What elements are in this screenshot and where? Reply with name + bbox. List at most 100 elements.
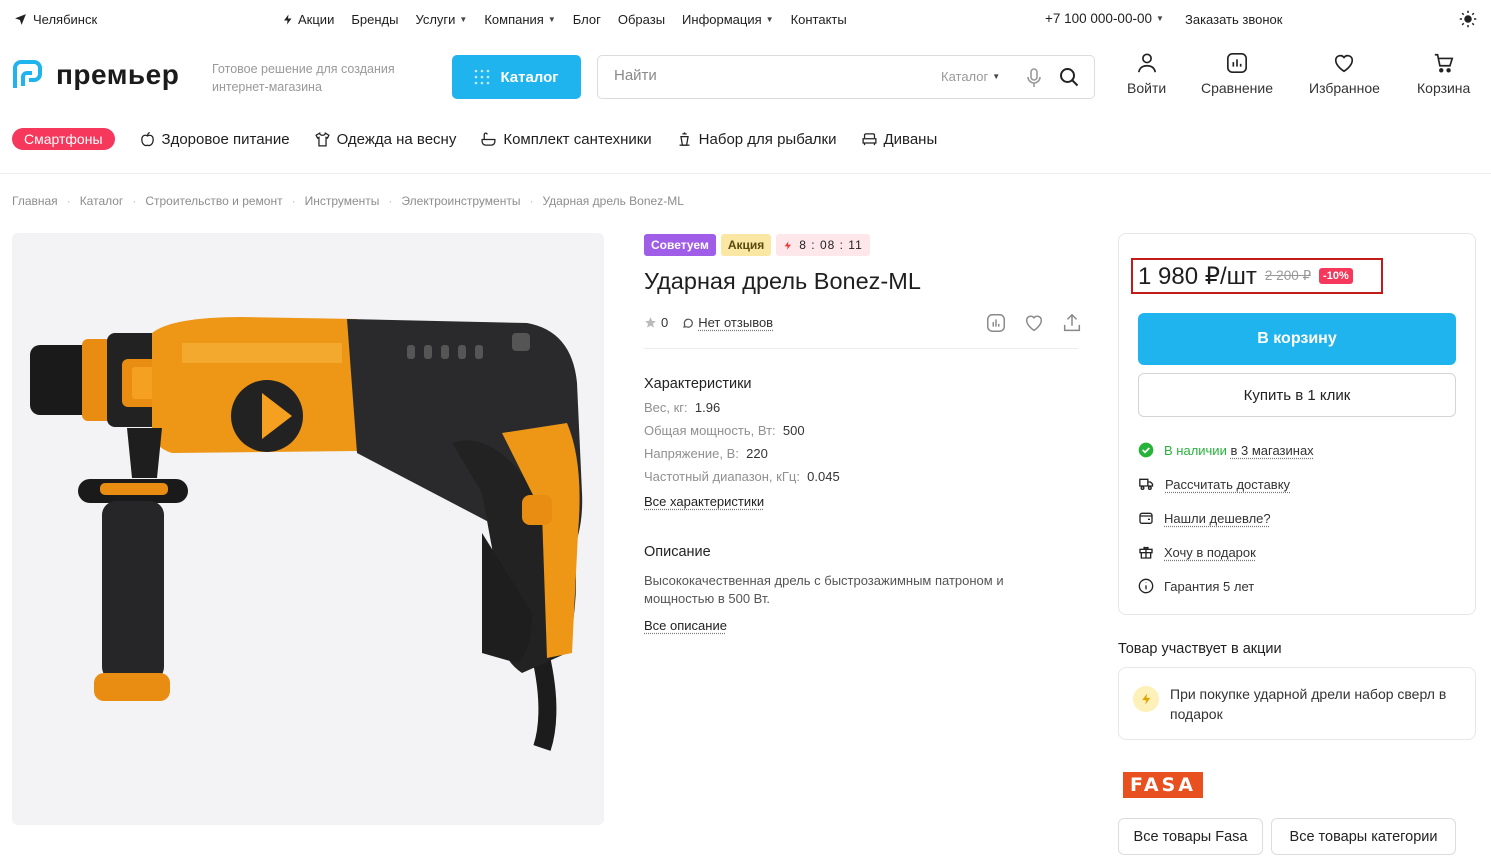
compare-chart-icon[interactable] xyxy=(985,312,1007,334)
badge-timer: 8 : 08 : 11 xyxy=(776,234,870,256)
category-fishing-kit[interactable]: Набор для рыбалки xyxy=(676,131,837,148)
description-section: Описание Высококачественная дрель с быст… xyxy=(644,544,1054,635)
chevron-down-icon: ▼ xyxy=(765,15,774,24)
favorites-button[interactable]: Избранное xyxy=(1309,52,1380,96)
warranty-info: Гарантия 5 лет xyxy=(1138,578,1254,594)
delivery-link[interactable]: Рассчитать доставку xyxy=(1138,476,1290,492)
theme-toggle[interactable] xyxy=(1459,10,1477,31)
location-arrow-icon xyxy=(15,14,26,25)
char-row: Напряжение, В: 220 xyxy=(644,446,768,461)
chevron-down-icon: ▼ xyxy=(547,15,556,24)
check-circle-icon xyxy=(1138,442,1154,458)
top-nav-blog[interactable]: Блог xyxy=(573,12,601,27)
top-nav-brands[interactable]: Бренды xyxy=(351,12,398,27)
breadcrumb-item[interactable]: Электроинструменты xyxy=(401,194,520,208)
drill-image xyxy=(30,317,583,751)
stock-status: В наличии в 3 магазинах xyxy=(1138,442,1314,458)
lightning-icon xyxy=(784,240,792,250)
badge-sale: Акция xyxy=(720,234,772,256)
breadcrumb-item[interactable]: Главная xyxy=(12,194,58,208)
tagline: Готовое решение для создания интернет-ма… xyxy=(212,62,395,94)
top-nav-company[interactable]: Компания ▼ xyxy=(484,12,555,27)
category-smartphones[interactable]: Смартфоны xyxy=(12,128,115,150)
top-bar: Челябинск Акции Бренды Услуги ▼ Компания ▼… xyxy=(0,0,1491,38)
reviews-link[interactable]: Нет отзывов xyxy=(682,315,773,330)
compare-button[interactable]: Сравнение xyxy=(1201,52,1273,96)
all-brand-products-button[interactable]: Все товары Fasa xyxy=(1118,818,1263,855)
product-badges: Советуем Акция 8 : 08 : 11 xyxy=(644,234,870,256)
category-plumbing-set[interactable]: Комплект сантехники xyxy=(480,131,652,148)
brand-logo[interactable]: FASA xyxy=(1123,772,1203,798)
callback-link[interactable]: Заказать звонок xyxy=(1185,12,1282,27)
site-logo[interactable]: премьер xyxy=(11,58,179,91)
chevron-down-icon: ▼ xyxy=(459,15,468,24)
rating: 0 xyxy=(644,315,668,330)
char-row: Частотный диапазон, кГц: 0.045 xyxy=(644,469,840,484)
heart-icon[interactable] xyxy=(1023,312,1045,334)
product-actions xyxy=(985,312,1083,334)
badge-recommend: Советуем xyxy=(644,234,716,256)
city-selector[interactable]: Челябинск xyxy=(14,12,97,27)
share-icon[interactable] xyxy=(1061,312,1083,334)
city-label: Челябинск xyxy=(33,12,98,27)
microphone-icon[interactable] xyxy=(1026,68,1042,88)
sun-icon xyxy=(1459,10,1477,28)
category-healthy-food[interactable]: Здоровое питание xyxy=(139,131,290,148)
breadcrumb-item[interactable]: Каталог xyxy=(80,194,124,208)
compare-chart-icon xyxy=(1226,53,1247,73)
divider xyxy=(0,173,1491,174)
logo-text: премьер xyxy=(56,58,180,90)
char-row: Вес, кг: 1.96 xyxy=(644,400,721,415)
section-heading: Характеристики xyxy=(644,376,752,392)
search-input[interactable] xyxy=(614,67,914,84)
top-nav-contacts[interactable]: Контакты xyxy=(791,12,847,27)
discount-badge: -10% xyxy=(1319,268,1353,284)
divider xyxy=(644,348,1078,349)
buy-one-click-button[interactable]: Купить в 1 клик xyxy=(1138,373,1456,417)
breadcrumb-item[interactable]: Строительство и ремонт xyxy=(145,194,282,208)
top-nav: Акции Бренды Услуги ▼ Компания ▼ Блог Обра… xyxy=(282,12,847,27)
login-button[interactable]: Войти xyxy=(1127,52,1166,96)
logo-mark-icon xyxy=(13,60,42,88)
top-nav-info[interactable]: Информация ▼ xyxy=(682,12,774,27)
star-icon xyxy=(645,317,656,328)
cart-button[interactable]: Корзина xyxy=(1417,52,1470,96)
product-image[interactable] xyxy=(12,233,604,825)
char-row: Общая мощность, Вт: 500 xyxy=(644,423,805,438)
old-price: 2 200 ₽ xyxy=(1264,268,1312,283)
tshirt-icon xyxy=(314,131,330,147)
sofa-icon xyxy=(861,132,877,145)
catalog-button[interactable]: Каталог xyxy=(452,55,581,99)
breadcrumb-current: Ударная дрель Bonez-ML xyxy=(542,194,684,208)
top-nav-looks[interactable]: Образы xyxy=(618,12,665,27)
category-spring-clothes[interactable]: Одежда на весну xyxy=(314,131,456,148)
top-nav-services[interactable]: Услуги ▼ xyxy=(415,12,467,27)
buy-box: 1 980 ₽/шт 2 200 ₽ -10% В корзину Купить… xyxy=(1118,233,1476,615)
all-characteristics-link[interactable]: Все характеристики xyxy=(644,494,764,509)
description-text: Высококачественная дрель с быстрозажимны… xyxy=(644,573,1004,606)
breadcrumb-item[interactable]: Инструменты xyxy=(305,194,380,208)
all-category-products-button[interactable]: Все товары категории xyxy=(1271,818,1456,855)
section-heading: Описание xyxy=(644,544,711,560)
category-sofas[interactable]: Диваны xyxy=(861,131,937,148)
grid-dots-icon xyxy=(475,69,490,85)
found-cheaper-link[interactable]: Нашли дешевле? xyxy=(1138,510,1271,526)
characteristics-section: Характеристики Вес, кг: 1.96 Общая мощно… xyxy=(644,376,840,511)
search-bar: Каталог▼ xyxy=(597,55,1095,99)
search-icon[interactable] xyxy=(1059,67,1079,87)
user-icon xyxy=(1137,53,1156,73)
search-scope-select[interactable]: Каталог ▼ xyxy=(941,69,1000,84)
lantern-icon xyxy=(679,131,690,146)
bathtub-icon xyxy=(481,132,496,146)
truck-icon xyxy=(1139,478,1154,490)
chevron-down-icon: ▼ xyxy=(992,72,1001,81)
stores-link[interactable]: в 3 магазинах xyxy=(1230,443,1313,458)
phone-number[interactable]: +7 100 000-00-00 ▼ xyxy=(1045,11,1164,26)
all-description-link[interactable]: Все описание xyxy=(644,618,727,633)
promo-card[interactable]: При покупке ударной дрели набор сверл в … xyxy=(1118,667,1476,740)
top-nav-promo[interactable]: Акции xyxy=(282,12,334,27)
add-to-cart-button[interactable]: В корзину xyxy=(1138,313,1456,365)
promo-heading: Товар участвует в акции xyxy=(1118,641,1282,657)
want-as-gift-link[interactable]: Хочу в подарок xyxy=(1138,544,1256,560)
rating-row: 0 Нет отзывов xyxy=(644,315,773,330)
